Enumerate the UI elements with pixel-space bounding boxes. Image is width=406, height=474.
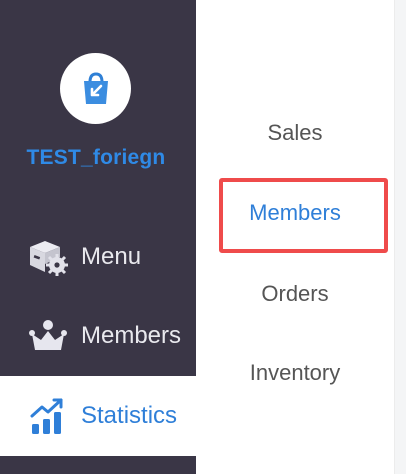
sidebar-item-statistics[interactable]: Statistics	[0, 376, 196, 456]
store-name: TEST_foriegn	[26, 146, 166, 169]
sidebar: TEST_foriegn Menu Members Statistics	[0, 0, 196, 474]
box-gear-icon	[27, 236, 69, 278]
statistics-subnav: Sales Members Orders Inventory	[196, 0, 394, 474]
sidebar-item-members[interactable]: Members	[0, 296, 196, 376]
subnav-item-orders[interactable]: Orders	[196, 274, 394, 314]
sidebar-item-label: Menu	[81, 243, 142, 270]
bar-chart-icon	[27, 395, 69, 437]
store-logo[interactable]	[60, 53, 131, 124]
content-area-edge	[394, 0, 406, 474]
sidebar-item-label: Statistics	[81, 402, 178, 429]
sidebar-footer	[0, 456, 196, 474]
shopping-bag-icon	[83, 71, 108, 104]
sidebar-item-label: Members	[81, 322, 182, 349]
subnav-item-members[interactable]: Members	[196, 193, 394, 233]
subnav-item-inventory[interactable]: Inventory	[196, 353, 394, 393]
crown-icon	[27, 315, 69, 357]
subnav-item-sales[interactable]: Sales	[196, 113, 394, 153]
sidebar-item-menu[interactable]: Menu	[0, 217, 196, 297]
